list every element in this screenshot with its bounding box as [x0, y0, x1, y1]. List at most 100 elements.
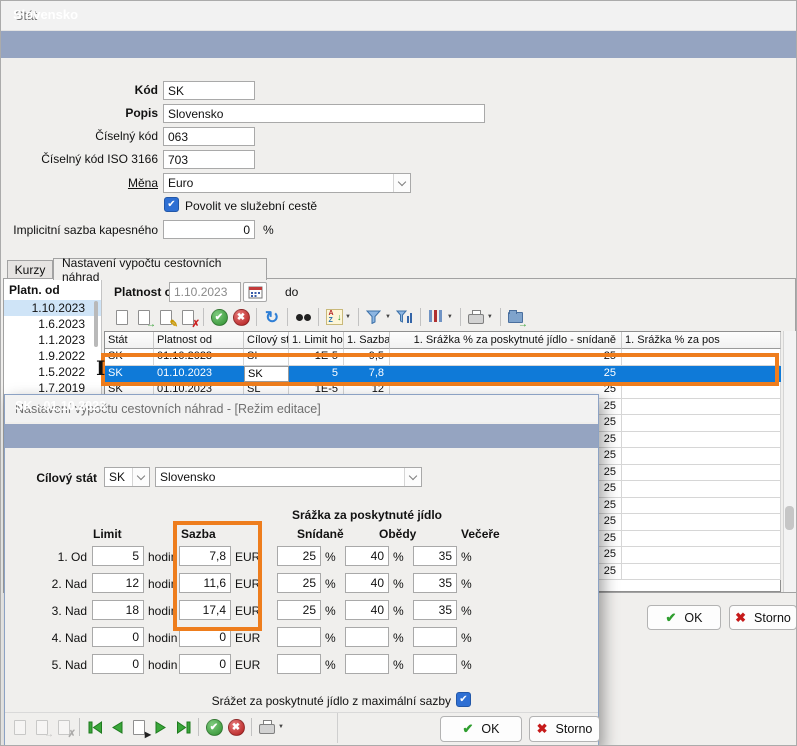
table-cell[interactable]: 01.10.2023 — [154, 366, 244, 383]
nav-first-icon[interactable] — [84, 716, 106, 738]
table-cell[interactable]: 25 — [390, 349, 622, 366]
platnost-list-item[interactable]: 1.9.2022 — [4, 348, 101, 364]
vecere-input[interactable]: 35 — [413, 600, 457, 620]
snidane-input[interactable]: 25 — [277, 546, 321, 566]
confirm-icon[interactable]: ✔ — [203, 716, 225, 738]
table-row[interactable]: SK01.10.2023SI1E-59,525 — [105, 349, 780, 366]
platnost-list-item[interactable]: 1.1.2023 — [4, 332, 101, 348]
table-cell[interactable]: 5 — [289, 366, 344, 383]
sazba-input[interactable]: 7,8 — [179, 546, 231, 566]
filter-values-icon[interactable] — [394, 306, 416, 328]
chevron-down-icon[interactable] — [393, 174, 410, 192]
chevron-down-icon[interactable] — [404, 468, 421, 486]
table-cell[interactable]: 1E-5 — [289, 349, 344, 366]
obedy-input[interactable]: 40 — [345, 600, 389, 620]
table-cell[interactable]: 01.10.2023 — [154, 349, 244, 366]
main-storno-button[interactable]: ✖ Storno — [729, 605, 797, 630]
table-cell[interactable] — [622, 448, 781, 465]
popis-field[interactable]: Slovensko — [163, 104, 485, 123]
filter-icon[interactable] — [363, 306, 385, 328]
sazba-input[interactable]: 0 — [179, 654, 231, 674]
table-cell[interactable] — [622, 366, 781, 383]
column-header[interactable]: 1. Srážka % za poskytnuté jídlo - snídan… — [390, 332, 622, 349]
cilovy-stat-code-combobox[interactable]: SK — [104, 467, 150, 487]
vecere-input[interactable] — [413, 627, 457, 647]
vecere-input[interactable]: 35 — [413, 573, 457, 593]
search-icon[interactable] — [292, 306, 314, 328]
mena-label[interactable]: Měna — [1, 176, 158, 190]
columns-icon[interactable] — [425, 306, 447, 328]
obedy-input[interactable] — [345, 627, 389, 647]
limit-input[interactable]: 0 — [92, 654, 144, 674]
table-cell[interactable] — [622, 481, 781, 498]
limit-input[interactable]: 18 — [92, 600, 144, 620]
obedy-input[interactable] — [345, 654, 389, 674]
kapesne-field[interactable]: 0 — [163, 220, 255, 239]
cilovy-stat-name-combobox[interactable]: Slovensko — [155, 467, 422, 487]
table-scrollbar-track[interactable] — [783, 331, 796, 592]
main-ok-button[interactable]: ✔ OK — [647, 605, 721, 630]
dropdown-caret-icon[interactable]: ▼ — [385, 314, 391, 320]
copy-record-icon[interactable]: → — [133, 306, 155, 328]
confirm-icon[interactable]: ✔ — [208, 306, 230, 328]
table-row[interactable]: SK01.10.2023SK57,825 — [105, 366, 780, 383]
table-cell[interactable]: SK — [105, 349, 154, 366]
limit-input[interactable]: 5 — [92, 546, 144, 566]
list-scrollbar-thumb[interactable] — [94, 301, 98, 347]
nav-next-icon[interactable] — [150, 716, 172, 738]
column-header[interactable]: 1. Srážka % za pos — [622, 332, 781, 349]
table-cell[interactable] — [622, 514, 781, 531]
sazba-input[interactable]: 11,6 — [179, 573, 231, 593]
ciselny-kod-field[interactable]: 063 — [163, 127, 255, 146]
table-cell[interactable]: 25 — [390, 366, 622, 383]
nav-prev-icon[interactable] — [106, 716, 128, 738]
snidane-input[interactable]: 25 — [277, 600, 321, 620]
record-detail-icon[interactable]: ▶ — [128, 716, 150, 738]
column-header[interactable]: 1. Limit hodin — [289, 332, 344, 349]
povolit-checkbox[interactable]: ✔ — [164, 197, 179, 212]
column-header[interactable]: Cílový stat — [244, 332, 289, 349]
table-cell[interactable] — [622, 498, 781, 515]
mena-combobox[interactable]: Euro — [163, 173, 411, 193]
delete-record-icon[interactable]: ✗ — [177, 306, 199, 328]
table-cell[interactable]: SK — [105, 366, 154, 383]
cancel-icon[interactable]: ✖ — [225, 716, 247, 738]
platnost-od-input[interactable]: 1.10.2023 — [169, 282, 241, 302]
tab-nastaveni[interactable]: Nastavení vypočtu cestovních náhrad — [53, 258, 267, 280]
table-cell[interactable]: 7,8 — [344, 366, 390, 383]
table-cell[interactable]: SI — [244, 349, 289, 366]
table-cell[interactable]: SK — [244, 366, 289, 383]
cancel-icon[interactable]: ✖ — [230, 306, 252, 328]
platnost-list-item[interactable]: 1.5.2022 — [4, 364, 101, 380]
new-record-icon[interactable] — [111, 306, 133, 328]
chevron-down-icon[interactable] — [132, 468, 149, 486]
limit-input[interactable]: 0 — [92, 627, 144, 647]
calendar-icon[interactable] — [243, 282, 267, 302]
table-cell[interactable] — [622, 531, 781, 548]
vecere-input[interactable]: 35 — [413, 546, 457, 566]
table-cell[interactable] — [622, 465, 781, 482]
platnost-list-item[interactable]: 1.6.2023 — [4, 316, 101, 332]
dropdown-caret-icon[interactable]: ▼ — [345, 314, 351, 320]
column-header[interactable]: 1. Sazba — [344, 332, 390, 349]
kod-field[interactable]: SK — [163, 81, 255, 100]
sazba-input[interactable]: 0 — [179, 627, 231, 647]
snidane-input[interactable] — [277, 627, 321, 647]
tab-kurzy[interactable]: Kurzy — [7, 260, 53, 279]
table-cell[interactable] — [622, 564, 781, 581]
table-cell[interactable] — [622, 382, 781, 399]
edit-record-icon[interactable]: ✎ — [155, 306, 177, 328]
table-cell[interactable]: 9,5 — [344, 349, 390, 366]
table-cell[interactable] — [622, 415, 781, 432]
vecere-input[interactable] — [413, 654, 457, 674]
sazba-input[interactable]: 17,4 — [179, 600, 231, 620]
nav-last-icon[interactable] — [172, 716, 194, 738]
column-header[interactable]: Stát — [105, 332, 154, 349]
obedy-input[interactable]: 40 — [345, 546, 389, 566]
print-icon[interactable] — [256, 716, 278, 738]
srazet-checkbox[interactable]: ✔ — [456, 692, 471, 707]
print-icon[interactable] — [465, 306, 487, 328]
table-cell[interactable] — [622, 399, 781, 416]
table-cell[interactable] — [622, 349, 781, 366]
sort-az-icon[interactable]: AZ↓ — [323, 306, 345, 328]
